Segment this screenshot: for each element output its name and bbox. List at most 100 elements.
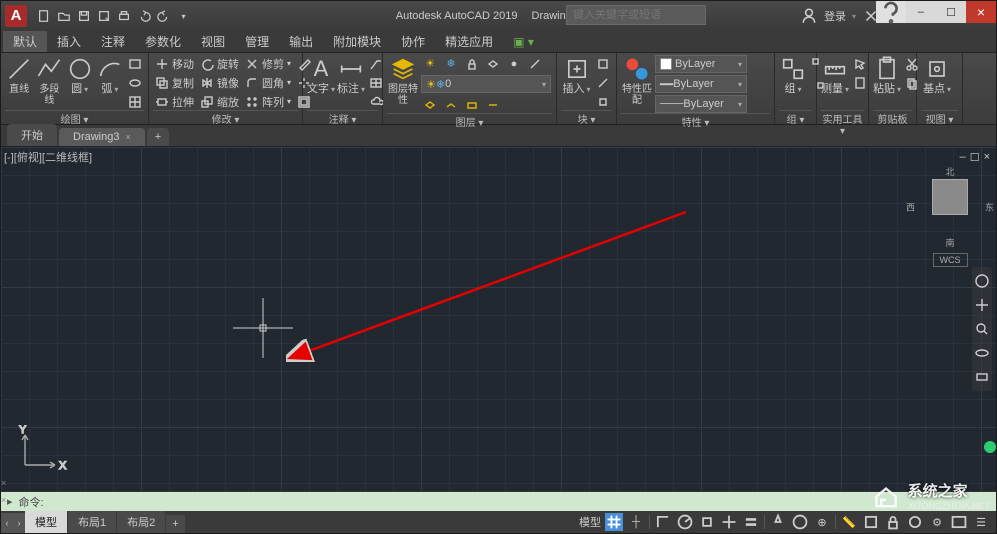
tab-addins[interactable]: 附加模块: [323, 31, 391, 52]
minimize-button[interactable]: –: [906, 1, 936, 23]
trim-button[interactable]: 修剪▾: [243, 55, 293, 72]
layer-off-icon[interactable]: ●: [505, 55, 523, 72]
tab-annotate[interactable]: 注释: [91, 31, 135, 52]
layout-tab-2[interactable]: 布局2: [117, 511, 165, 533]
layer-match-icon[interactable]: [526, 55, 544, 72]
layer-misc-icon[interactable]: [484, 96, 502, 113]
paste-button[interactable]: 粘贴: [873, 55, 901, 95]
command-line[interactable]: × × ▸ 命令:: [1, 491, 996, 511]
layer-lock-icon[interactable]: [463, 55, 481, 72]
lwt-icon[interactable]: [742, 513, 760, 531]
panel-layers-title[interactable]: 图层 ▾: [387, 113, 552, 127]
fillet-button[interactable]: 圆角▾: [243, 74, 293, 91]
vp-maximize-icon[interactable]: ☐: [970, 151, 980, 164]
panel-modify-title[interactable]: 修改 ▾: [153, 110, 298, 124]
status-model-label[interactable]: 模型: [579, 514, 601, 530]
rotate-button[interactable]: 旋转: [198, 55, 241, 72]
panel-block-title[interactable]: 块 ▾: [561, 110, 612, 124]
layer-on-icon[interactable]: ☀: [421, 55, 439, 72]
qat-redo-icon[interactable]: [155, 8, 172, 25]
cmd-chevron-icon[interactable]: ▸: [7, 495, 13, 508]
ltab-next-icon[interactable]: ›: [13, 513, 25, 533]
cmd-history-close-icon[interactable]: ×: [1, 478, 6, 488]
viewcube-west[interactable]: 西: [906, 201, 915, 214]
annomonitor-icon[interactable]: ⊕: [813, 513, 831, 531]
osnap-icon[interactable]: [698, 513, 716, 531]
tab-collab[interactable]: 协作: [391, 31, 435, 52]
workspace-icon[interactable]: [791, 513, 809, 531]
color-combo[interactable]: ByLayer: [655, 55, 747, 73]
wcs-label[interactable]: WCS: [933, 253, 968, 267]
tab-default[interactable]: 默认: [3, 31, 47, 52]
qat-undo-icon[interactable]: [135, 8, 152, 25]
app-logo[interactable]: A: [5, 5, 27, 27]
scale-button[interactable]: 缩放: [198, 93, 241, 110]
tab-launcher[interactable]: ▣ ▾: [503, 33, 544, 51]
help-button[interactable]: [876, 1, 906, 23]
panel-props-title[interactable]: 特性 ▾: [621, 113, 770, 127]
ortho-icon[interactable]: [654, 513, 672, 531]
grid-toggle-icon[interactable]: [605, 513, 623, 531]
clean-screen-icon[interactable]: [950, 513, 968, 531]
qat-save-icon[interactable]: [75, 8, 92, 25]
panel-clip-title[interactable]: 剪贴板: [873, 110, 912, 124]
ellipse-icon[interactable]: [126, 74, 144, 91]
status-indicator-icon[interactable]: [984, 441, 996, 453]
qat-open-icon[interactable]: [55, 8, 72, 25]
close-button[interactable]: ×: [966, 1, 996, 23]
orbit-icon[interactable]: [974, 345, 990, 361]
mirror-button[interactable]: 镜像: [198, 74, 241, 91]
select-icon[interactable]: [851, 55, 869, 72]
attr-block-icon[interactable]: [594, 93, 612, 110]
stretch-button[interactable]: 拉伸: [153, 93, 196, 110]
zoom-extents-icon[interactable]: [974, 321, 990, 337]
vp-minimize-icon[interactable]: –: [960, 151, 966, 164]
qat-new-icon[interactable]: [35, 8, 52, 25]
text-button[interactable]: A文字: [307, 55, 335, 95]
insert-block-button[interactable]: 插入: [561, 55, 592, 95]
panel-view-title[interactable]: 视图 ▾: [921, 110, 958, 124]
fullnav-wheel-icon[interactable]: [974, 273, 990, 289]
tab-insert[interactable]: 插入: [47, 31, 91, 52]
tab-parametric[interactable]: 参数化: [135, 31, 191, 52]
move-button[interactable]: 移动: [153, 55, 196, 72]
tab-featured[interactable]: 精选应用: [435, 31, 503, 52]
file-tab-start[interactable]: 开始: [7, 124, 57, 146]
create-block-icon[interactable]: [594, 55, 612, 72]
layout-tab-model[interactable]: 模型: [25, 511, 67, 533]
close-tab-icon[interactable]: ×: [125, 132, 130, 142]
isolate-icon[interactable]: [906, 513, 924, 531]
viewcube-face[interactable]: [932, 179, 968, 215]
copy-button[interactable]: 复制: [153, 74, 196, 91]
panel-util-title[interactable]: 实用工具 ▾: [821, 110, 864, 124]
pan-icon[interactable]: [974, 297, 990, 313]
viewport-label[interactable]: [-][俯视][二维线框]: [4, 149, 92, 165]
viewcube-south[interactable]: 南: [945, 236, 954, 249]
viewcube-north[interactable]: 北: [945, 165, 954, 178]
lock-ui-icon[interactable]: [884, 513, 902, 531]
layer-state-icon[interactable]: [442, 96, 460, 113]
cmd-close-icon[interactable]: ×: [1, 495, 6, 505]
otrack-icon[interactable]: [720, 513, 738, 531]
dimension-button[interactable]: 标注: [337, 55, 365, 95]
file-tab-drawing3[interactable]: Drawing3×: [59, 128, 145, 146]
quickprops-icon[interactable]: [862, 513, 880, 531]
viewcube-east[interactable]: 东: [985, 201, 994, 214]
snap-toggle-icon[interactable]: ┼: [627, 513, 645, 531]
search-input[interactable]: [573, 9, 699, 21]
linetype-combo[interactable]: ─── ByLayer: [655, 95, 747, 113]
rectangle-icon[interactable]: [126, 55, 144, 72]
panel-group-title[interactable]: 组 ▾: [779, 110, 812, 124]
tab-output[interactable]: 输出: [279, 31, 323, 52]
edit-block-icon[interactable]: [594, 74, 612, 91]
signin-label[interactable]: 登录: [824, 8, 846, 24]
panel-draw-title[interactable]: 绘图 ▾: [5, 110, 144, 124]
new-tab-button[interactable]: +: [147, 128, 169, 146]
showmotion-icon[interactable]: [974, 369, 990, 385]
viewcube[interactable]: 北 南 东 西 WCS: [922, 179, 978, 267]
tab-manage[interactable]: 管理: [235, 31, 279, 52]
qat-plot-icon[interactable]: [115, 8, 132, 25]
lineweight-combo[interactable]: ━━ ByLayer: [655, 75, 747, 93]
qat-saveas-icon[interactable]: [95, 8, 112, 25]
signin-icon[interactable]: [800, 7, 818, 25]
